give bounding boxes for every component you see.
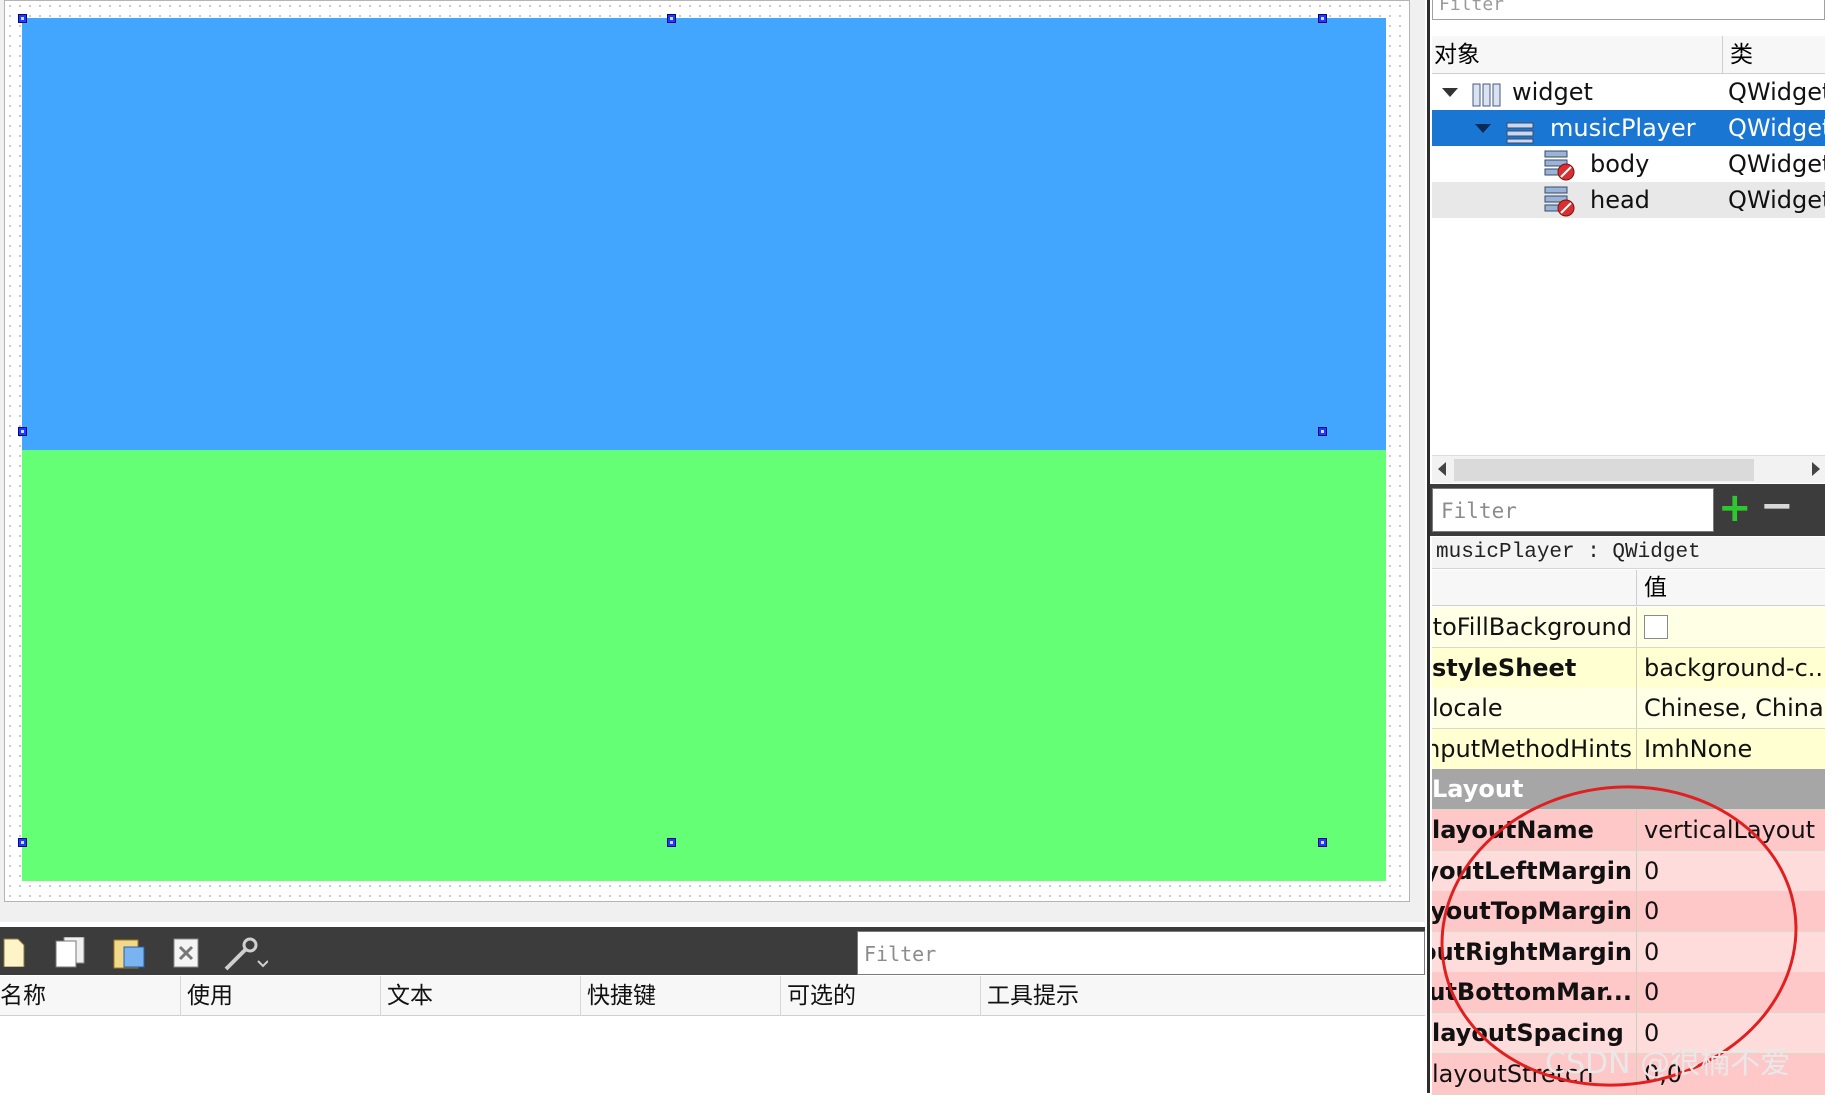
selection-handle-top-left[interactable] <box>18 14 27 23</box>
tree-item-name: head <box>1590 186 1650 214</box>
tree-row-body[interactable]: body QWidget <box>1432 146 1825 182</box>
selection-handle-left[interactable] <box>18 427 27 436</box>
object-filter-input[interactable]: Filter <box>1432 0 1825 20</box>
tree-item-name: musicPlayer <box>1550 114 1696 142</box>
column-header-value[interactable]: 值 <box>1644 570 1667 606</box>
action-table-header: 名称 使用 文本 快捷键 可选的 工具提示 <box>0 976 1425 1016</box>
column-divider <box>1722 36 1723 74</box>
broken-layout-widget-icon <box>1544 186 1576 228</box>
property-value[interactable]: Chinese, China <box>1636 688 1825 729</box>
column-header-object[interactable]: 对象 <box>1434 36 1480 74</box>
property-table-header: 值 <box>1432 570 1825 606</box>
property-value-text: background-c... <box>1644 653 1825 682</box>
property-name-text: Layout <box>1432 775 1524 804</box>
copy-action-icon[interactable] <box>52 936 86 968</box>
property-name: styleSheet <box>1432 648 1632 688</box>
paste-action-icon[interactable] <box>110 937 145 969</box>
tree-row-widget[interactable]: widget QWidget <box>1432 74 1825 110</box>
expand-arrow-icon[interactable] <box>1442 88 1458 97</box>
tree-row-head[interactable]: head QWidget <box>1432 182 1825 218</box>
property-value[interactable]: background-c... <box>1636 647 1825 688</box>
body-widget[interactable] <box>22 450 1386 881</box>
selection-handle-right[interactable] <box>1318 427 1327 436</box>
remove-property-icon[interactable]: − <box>1760 486 1794 526</box>
watermark: CSDN @很楠不爱 <box>1545 1046 1791 1081</box>
checkbox[interactable] <box>1644 615 1668 639</box>
selection-handle-bottom[interactable] <box>667 838 676 847</box>
column-header-checkable[interactable]: 可选的 <box>780 976 980 1016</box>
tree-item-class: QWidget <box>1728 78 1825 106</box>
add-property-icon[interactable]: + <box>1718 488 1752 528</box>
property-object-label: musicPlayer : QWidget <box>1432 537 1825 569</box>
column-header-used[interactable]: 使用 <box>180 976 380 1016</box>
scroll-left-arrow-icon[interactable] <box>1438 462 1446 476</box>
action-list[interactable] <box>0 1017 1425 1093</box>
property-name-text: autoFillBackground <box>1432 613 1632 641</box>
action-filter-input[interactable]: Filter <box>857 931 1425 975</box>
selection-handle-bottom-right[interactable] <box>1318 838 1327 847</box>
column-header-shortcut[interactable]: 快捷键 <box>580 976 780 1016</box>
column-header-text[interactable]: 文本 <box>380 976 580 1016</box>
property-row[interactable]: styleSheet background-c... <box>1432 647 1825 689</box>
tree-item-name: widget <box>1512 78 1593 106</box>
property-value-text: Chinese, China <box>1644 694 1824 723</box>
column-header-name[interactable]: 名称 <box>0 976 180 1016</box>
property-value-text: ImhNone <box>1644 734 1753 763</box>
tree-item-class: QWidget <box>1728 186 1825 214</box>
property-name-text: locale <box>1432 694 1503 723</box>
property-name: autoFillBackground <box>1432 607 1632 647</box>
configure-icon[interactable] <box>222 937 269 971</box>
tree-row-musicplayer[interactable]: musicPlayer QWidget <box>1432 110 1825 146</box>
property-value[interactable]: ImhNone <box>1636 728 1825 769</box>
selection-handle-bottom-left[interactable] <box>18 838 27 847</box>
property-name: inputMethodHints <box>1432 729 1632 769</box>
delete-action-icon[interactable] <box>170 937 204 968</box>
selection-handle-top-right[interactable] <box>1318 14 1327 23</box>
object-tree-hscrollbar[interactable] <box>1432 455 1825 483</box>
tree-item-name: body <box>1590 150 1650 178</box>
property-name-text: styleSheet <box>1432 653 1577 682</box>
property-filter-input[interactable]: Filter <box>1432 488 1714 532</box>
selection-handle-top[interactable] <box>667 14 676 23</box>
property-row[interactable]: autoFillBackground <box>1432 607 1825 648</box>
property-name-text: inputMethodHints <box>1432 734 1632 763</box>
scrollbar-thumb[interactable] <box>1454 459 1754 481</box>
tree-item-class: QWidget <box>1728 150 1825 178</box>
new-action-icon[interactable] <box>0 937 34 968</box>
expand-arrow-icon[interactable] <box>1475 124 1491 133</box>
tree-item-class: QWidget <box>1728 114 1825 142</box>
column-header-tooltip[interactable]: 工具提示 <box>980 976 1425 1016</box>
column-header-class[interactable]: 类 <box>1730 36 1753 74</box>
property-row[interactable]: inputMethodHints ImhNone <box>1432 728 1825 770</box>
property-name: locale <box>1432 688 1632 728</box>
column-divider <box>1636 570 1637 606</box>
property-value[interactable] <box>1636 607 1825 647</box>
scroll-right-arrow-icon[interactable] <box>1812 462 1820 476</box>
head-widget[interactable] <box>22 18 1386 450</box>
property-row[interactable]: locale Chinese, China <box>1432 688 1825 730</box>
object-tree-header: 对象 类 <box>1432 36 1825 74</box>
